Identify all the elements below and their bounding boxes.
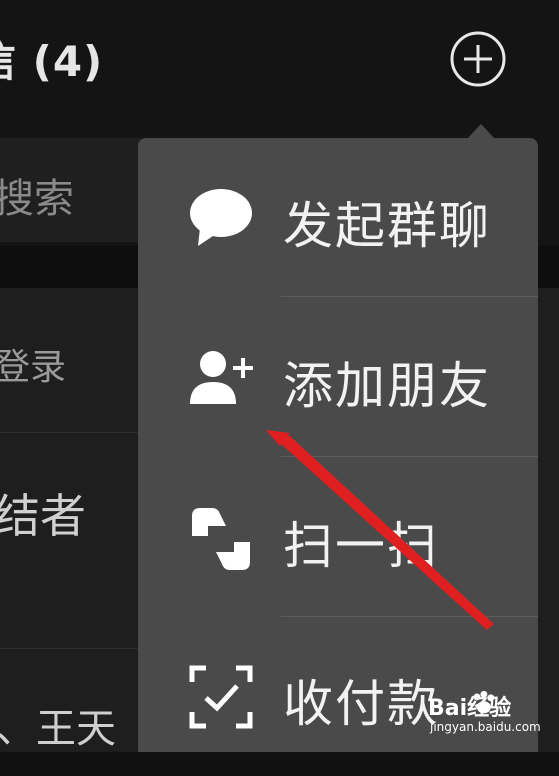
menu-item-scan[interactable]: 扫一扫 (138, 458, 538, 616)
page-title: 信 (4) (0, 37, 104, 86)
list-divider (0, 648, 140, 649)
plus-circle-icon[interactable] (449, 30, 507, 88)
popup-menu: 发起群聊 添加朋友 扫一扫 收付款 (138, 138, 538, 752)
list-item[interactable]: 、王天 (0, 696, 116, 754)
watermark-url: jingyan.baidu.com (430, 720, 541, 734)
chat-bubble-icon (190, 189, 252, 246)
list-divider (0, 432, 140, 433)
menu-divider (281, 296, 538, 297)
search-placeholder: 搜索 (0, 176, 74, 222)
menu-item-label: 扫一扫 (283, 517, 439, 575)
menu-item-add-friend[interactable]: 添加朋友 (138, 298, 538, 456)
menu-item-label: 发起群聊 (283, 197, 491, 255)
payment-scan-icon (189, 665, 253, 729)
list-item[interactable]: 结者 (0, 480, 86, 546)
menu-item-label: 添加朋友 (283, 357, 491, 415)
watermark-logo: Bai经验 jingyan.baidu.com (426, 690, 556, 746)
list-item[interactable]: 登录 (0, 338, 66, 390)
watermark-text: Bai经验 (428, 696, 512, 721)
add-friend-icon (190, 351, 253, 404)
menu-pointer (467, 124, 495, 139)
menu-divider (281, 616, 538, 617)
menu-divider (281, 456, 538, 457)
scan-icon (192, 508, 250, 570)
menu-item-group-chat[interactable]: 发起群聊 (138, 138, 538, 296)
menu-item-label: 收付款 (283, 675, 439, 733)
top-bar: 信 (4) (0, 0, 559, 136)
